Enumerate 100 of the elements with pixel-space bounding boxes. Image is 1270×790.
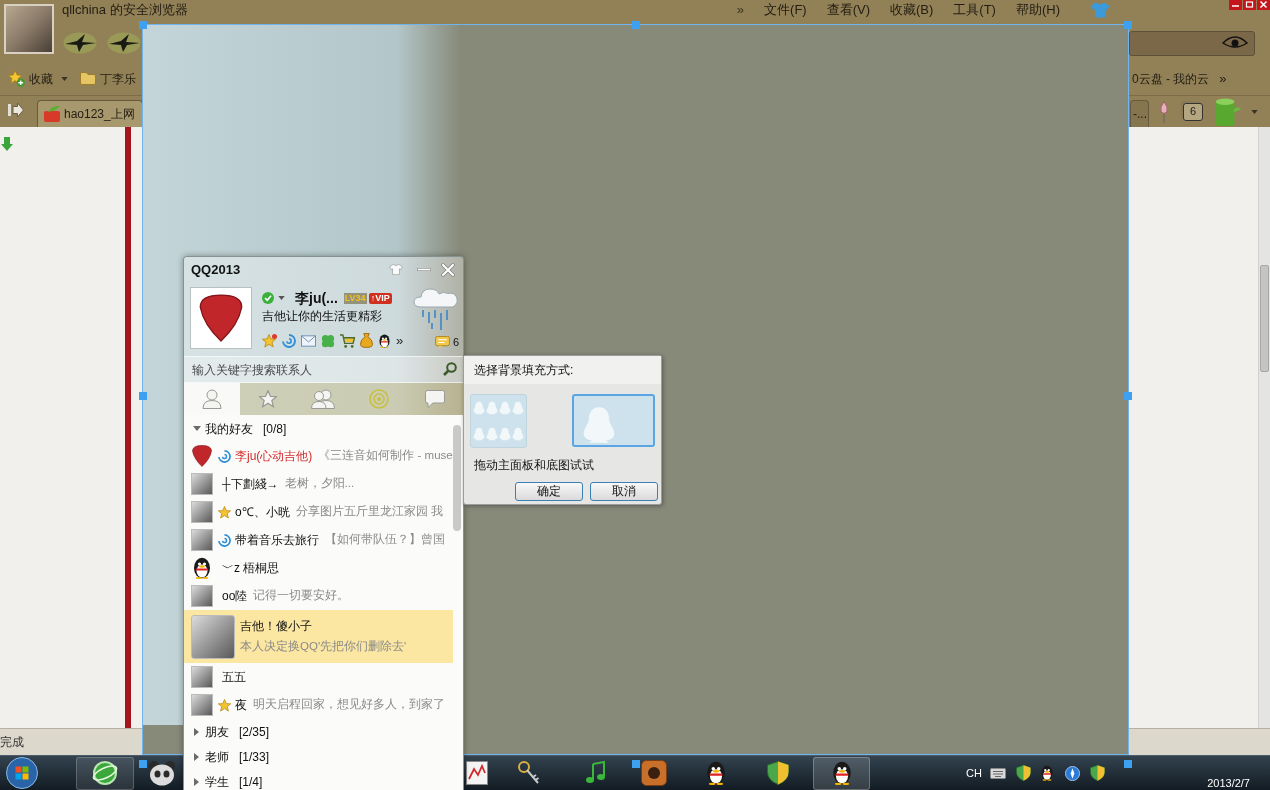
clock-date[interactable]: 2013/2/7	[1207, 777, 1250, 790]
resize-handle[interactable]	[139, 21, 147, 29]
contact-row[interactable]: oo陸 记得一切要安好。	[184, 582, 463, 610]
penguin-silhouette-icon	[582, 405, 616, 445]
menu-item[interactable]: 帮助(H)	[1015, 0, 1060, 20]
resize-handle[interactable]	[139, 760, 147, 768]
contact-row[interactable]: ┼下劃綫→ 老树，夕阳...	[184, 470, 463, 498]
resize-handle[interactable]	[1124, 760, 1132, 768]
tile-fill-option[interactable]	[470, 394, 527, 448]
music-note-icon[interactable]	[585, 761, 607, 785]
dialog-button[interactable]: 确定	[515, 482, 583, 501]
dialog-button[interactable]: 取消	[590, 482, 658, 501]
menu-item[interactable]: 收藏(B)	[890, 0, 934, 20]
shirt-icon[interactable]	[389, 264, 403, 275]
menu-item[interactable]: 工具(T)	[953, 0, 996, 20]
scrollbar[interactable]	[1258, 127, 1270, 728]
scrollbar-thumb[interactable]	[453, 425, 461, 531]
resize-handle[interactable]	[1124, 21, 1132, 29]
search-field[interactable]	[1129, 30, 1255, 56]
contact-row[interactable]: 五五	[184, 663, 463, 691]
contacts-tab[interactable]	[184, 383, 240, 415]
collapse-caret-icon[interactable]	[194, 777, 199, 786]
bookmark-folder[interactable]: 丁李乐	[100, 69, 136, 88]
flower-bud-icon[interactable]	[1159, 100, 1169, 123]
contact-row[interactable]: 吉他！傻小子 本人决定换QQ'先把你们删除去'	[184, 610, 453, 663]
message-icon[interactable]	[434, 335, 450, 349]
forward-arrow-icon[interactable]	[8, 102, 24, 118]
bamboo-icon[interactable]	[1213, 97, 1241, 126]
keyboard-icon[interactable]	[989, 767, 1006, 779]
group-name[interactable]: 学生	[205, 772, 229, 790]
person-icon	[201, 389, 222, 409]
contact-row[interactable]: 李ju(心动吉他) 《三连音如何制作 - muse	[184, 442, 463, 470]
contact-name: ﹀z 梧桐思	[222, 560, 280, 577]
penguin-icon	[830, 761, 853, 785]
money-bag-icon[interactable]	[360, 333, 373, 348]
contact-name: oo陸	[222, 588, 248, 605]
compass-icon[interactable]	[1064, 765, 1080, 781]
chart-document-icon[interactable]	[466, 761, 488, 785]
contact-status-message: 本人决定换QQ'先把你们删除去'	[240, 639, 407, 655]
signature-text[interactable]: 吉他让你的生活更精彩	[262, 308, 411, 324]
shield-icon[interactable]	[1015, 765, 1031, 781]
taskbar-button[interactable]	[813, 756, 870, 790]
star-icon[interactable]	[262, 333, 277, 348]
shield-icon[interactable]	[767, 761, 789, 785]
start-button[interactable]	[6, 757, 38, 789]
tab-count-button[interactable]: 6	[1183, 102, 1203, 121]
contact-row[interactable]: ﹀z 梧桐思	[184, 554, 463, 582]
scrollbar-thumb[interactable]	[1260, 265, 1269, 372]
resize-handle[interactable]	[139, 392, 147, 400]
contact-row[interactable]: 带着音乐去旅行 【如何带队伍？】曾国	[184, 526, 463, 554]
browser-tab[interactable]: -...	[1130, 100, 1149, 127]
contact-row[interactable]: o℃、小晄 分享图片五斤里龙江家园 我	[184, 498, 463, 526]
maximize-button[interactable]	[1243, 0, 1256, 10]
group-name[interactable]: 我的好友	[205, 419, 253, 438]
expand-caret-icon[interactable]	[193, 426, 201, 431]
contact-status-message: 分享图片五斤里龙江家园 我	[295, 504, 443, 520]
eye-icon[interactable]	[1222, 36, 1248, 50]
bookmark-link[interactable]: 0云盘 - 我的云	[1132, 69, 1210, 88]
taskbar-button[interactable]	[76, 756, 134, 790]
resize-handle[interactable]	[1124, 392, 1132, 400]
contact-name: 五五	[222, 669, 246, 686]
clover-icon[interactable]	[321, 333, 335, 348]
penguin-icon[interactable]	[1039, 765, 1054, 781]
group-name[interactable]: 朋友	[205, 722, 229, 741]
shield-icon[interactable]	[1089, 765, 1105, 781]
spiral-icon[interactable]	[282, 333, 296, 348]
caret-icon	[278, 296, 285, 300]
browser-tab[interactable]: hao123_上网	[37, 100, 143, 127]
penguin-icon[interactable]	[378, 333, 391, 348]
resize-handle[interactable]	[632, 760, 640, 768]
keys-icon[interactable]	[518, 761, 540, 785]
guitar-body-icon[interactable]	[641, 760, 667, 786]
photo-placeholder	[4, 4, 54, 54]
group-name[interactable]: 老师	[205, 747, 229, 766]
language-indicator[interactable]: CH	[966, 764, 982, 782]
stretch-fill-option[interactable]	[572, 394, 655, 447]
search-icon[interactable]	[443, 362, 457, 376]
collapse-caret-icon[interactable]	[194, 752, 199, 761]
avatar-photo	[191, 666, 213, 688]
vip-badge: ↑VIP	[368, 292, 392, 304]
more-apps-button[interactable]: »	[396, 333, 404, 348]
menu-item[interactable]: 查看(V)	[826, 0, 870, 20]
collapse-caret-icon[interactable]	[194, 727, 199, 736]
group-count: [1/33]	[239, 748, 270, 766]
bookmark-menu-button[interactable]: 收藏	[29, 69, 53, 88]
close-icon[interactable]	[441, 262, 455, 277]
minimize-button[interactable]	[1229, 0, 1242, 10]
close-button[interactable]	[1257, 0, 1270, 10]
bookmarks-overflow-button[interactable]: »	[1219, 68, 1227, 89]
nickname[interactable]: 李ju(...	[295, 287, 338, 309]
contact-row[interactable]: 夜 明天启程回家，想见好多人，到家了	[184, 691, 463, 719]
cart-icon[interactable]	[340, 333, 355, 348]
panda-icon[interactable]	[148, 760, 176, 786]
penguin-icon[interactable]	[705, 761, 727, 785]
mail-icon[interactable]	[301, 334, 316, 347]
status-check-icon[interactable]	[262, 292, 274, 304]
menu-item[interactable]: 文件(F)	[764, 0, 807, 20]
resize-handle[interactable]	[632, 21, 640, 29]
minimize-icon[interactable]	[417, 268, 431, 271]
dialog-hint: 拖动主面板和底图试试	[473, 457, 595, 474]
